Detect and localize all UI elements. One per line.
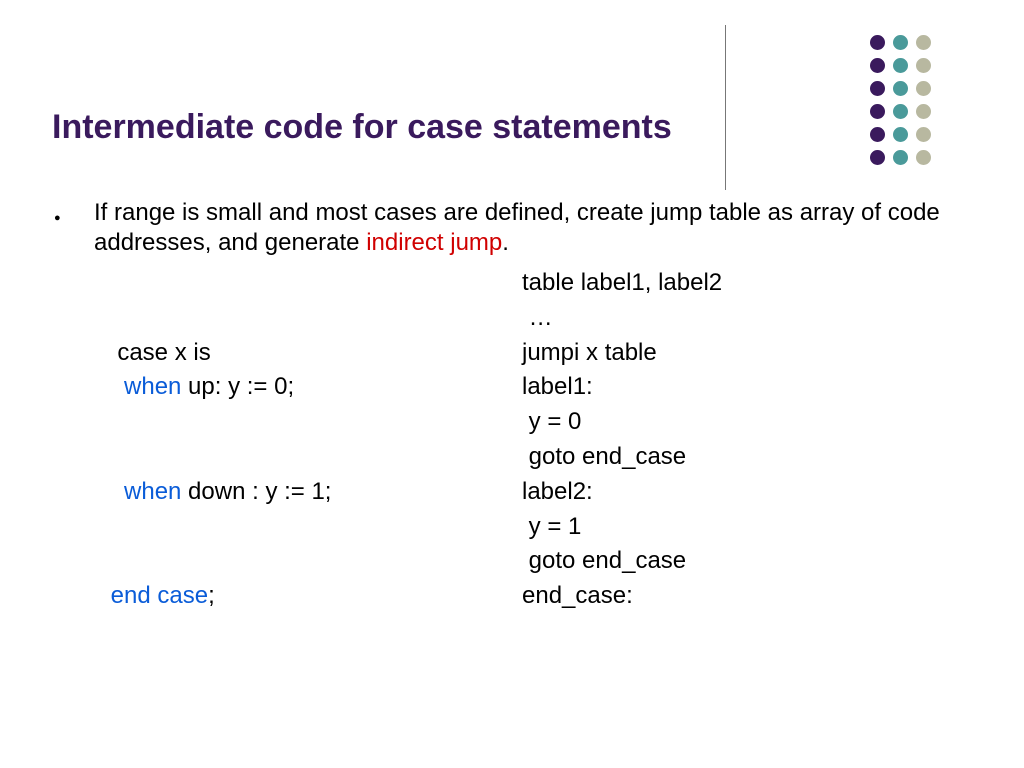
code-right: label2: <box>522 475 972 510</box>
bullet-text: If range is small and most cases are def… <box>94 198 972 258</box>
code-indent <box>104 373 124 400</box>
keyword-end-case: end case <box>111 582 208 609</box>
code-indent <box>104 478 124 505</box>
code-left: when down : y := 1; <box>52 475 522 510</box>
keyword-when: when <box>124 373 181 400</box>
code-right: label1: <box>522 370 972 405</box>
code-text: ; <box>208 582 215 609</box>
bullet-pre: If range is small and most cases are def… <box>94 199 940 256</box>
bullet-item: If range is small and most cases are def… <box>52 198 972 258</box>
bullet-post: . <box>502 229 509 256</box>
code-left <box>52 405 522 440</box>
slide-title: Intermediate code for case statements <box>52 108 672 147</box>
code-right: jumpi x table <box>522 336 972 371</box>
slide-body: If range is small and most cases are def… <box>52 198 972 614</box>
code-left: end case; <box>52 579 522 614</box>
code-right: goto end_case <box>522 440 972 475</box>
code-columns: table label1, label2 … case x isjumpi x … <box>52 266 972 614</box>
code-left: when up: y := 0; <box>52 370 522 405</box>
code-left <box>52 266 522 301</box>
code-right: table label1, label2 <box>522 266 972 301</box>
code-right: … <box>522 301 972 336</box>
code-right: end_case: <box>522 579 972 614</box>
code-right: y = 1 <box>522 510 972 545</box>
code-right: y = 0 <box>522 405 972 440</box>
keyword-when: when <box>124 478 181 505</box>
bullet-highlight: indirect jump <box>366 229 502 256</box>
decorative-divider <box>725 25 726 190</box>
code-left <box>52 301 522 336</box>
bullet-dot <box>52 198 94 258</box>
code-indent <box>104 582 111 609</box>
decorative-dots <box>870 35 931 173</box>
code-left <box>52 544 522 579</box>
code-left <box>52 440 522 475</box>
code-right: goto end_case <box>522 544 972 579</box>
code-left <box>52 510 522 545</box>
code-text: up: y := 0; <box>181 373 294 400</box>
code-text: down : y := 1; <box>181 478 331 505</box>
code-left: case x is <box>52 336 522 371</box>
